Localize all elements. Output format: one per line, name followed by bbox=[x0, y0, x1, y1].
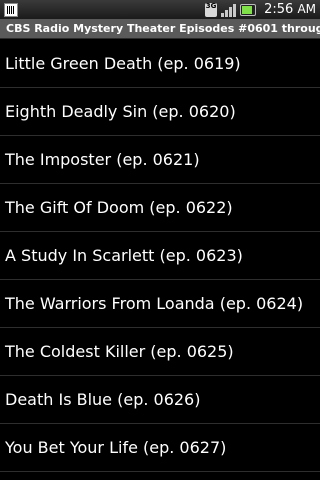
list-item[interactable]: You Bet Your Life (ep. 0627) bbox=[0, 424, 320, 472]
episode-list: Little Green Death (ep. 0619) Eighth Dea… bbox=[0, 40, 320, 472]
clock-time: 2:56 bbox=[264, 2, 294, 17]
signal-icon bbox=[221, 3, 237, 17]
notification-icon bbox=[4, 2, 18, 17]
battery-icon bbox=[240, 3, 257, 16]
status-icons: 3G 2:56 AM bbox=[205, 2, 316, 17]
list-item[interactable]: The Imposter (ep. 0621) bbox=[0, 136, 320, 184]
list-item[interactable]: Eighth Deadly Sin (ep. 0620) bbox=[0, 88, 320, 136]
list-item[interactable]: A Study In Scarlett (ep. 0623) bbox=[0, 232, 320, 280]
list-item[interactable]: The Warriors From Loanda (ep. 0624) bbox=[0, 280, 320, 328]
list-item[interactable]: The Gift Of Doom (ep. 0622) bbox=[0, 184, 320, 232]
clock: 2:56 AM bbox=[264, 2, 316, 17]
list-item[interactable]: Death Is Blue (ep. 0626) bbox=[0, 376, 320, 424]
3g-icon: 3G bbox=[205, 2, 218, 17]
page-title: CBS Radio Mystery Theater Episodes #0601… bbox=[0, 19, 320, 39]
list-item[interactable]: Little Green Death (ep. 0619) bbox=[0, 40, 320, 88]
list-item[interactable]: The Coldest Killer (ep. 0625) bbox=[0, 328, 320, 376]
status-bar: 3G 2:56 AM bbox=[0, 0, 320, 19]
clock-suffix: AM bbox=[297, 2, 316, 16]
